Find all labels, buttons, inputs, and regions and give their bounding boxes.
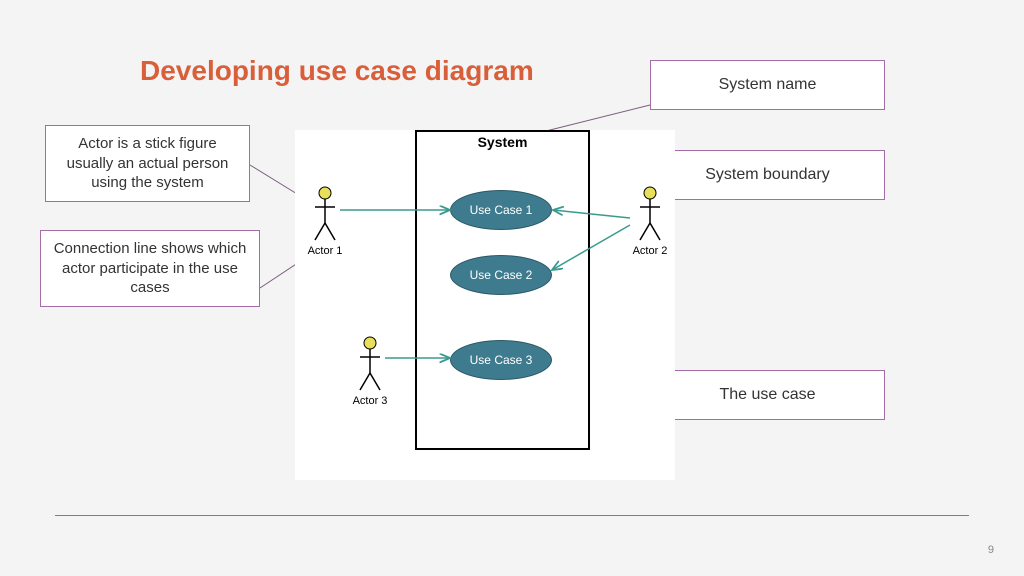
use-case-2: Use Case 2 (450, 255, 552, 295)
use-case-diagram: System Use Case 1 Use Case 2 Use Case 3 … (295, 130, 675, 480)
actor-2-label: Actor 2 (625, 245, 675, 257)
use-case-3: Use Case 3 (450, 340, 552, 380)
footer-divider (55, 515, 969, 516)
use-case-1: Use Case 1 (450, 190, 552, 230)
actor-2: Actor 2 (625, 185, 675, 257)
slide-title: Developing use case diagram (140, 55, 534, 87)
label-system-boundary: System boundary (650, 150, 885, 200)
system-label: System (420, 134, 585, 150)
label-actor-description: Actor is a stick figure usually an actua… (45, 125, 250, 202)
label-system-name: System name (650, 60, 885, 110)
label-connection-description: Connection line shows which actor partic… (40, 230, 260, 307)
actor-1-label: Actor 1 (300, 245, 350, 257)
actor-3: Actor 3 (345, 335, 395, 407)
actor-3-label: Actor 3 (345, 395, 395, 407)
actor-1: Actor 1 (300, 185, 350, 257)
page-number: 9 (988, 544, 994, 556)
label-use-case: The use case (650, 370, 885, 420)
